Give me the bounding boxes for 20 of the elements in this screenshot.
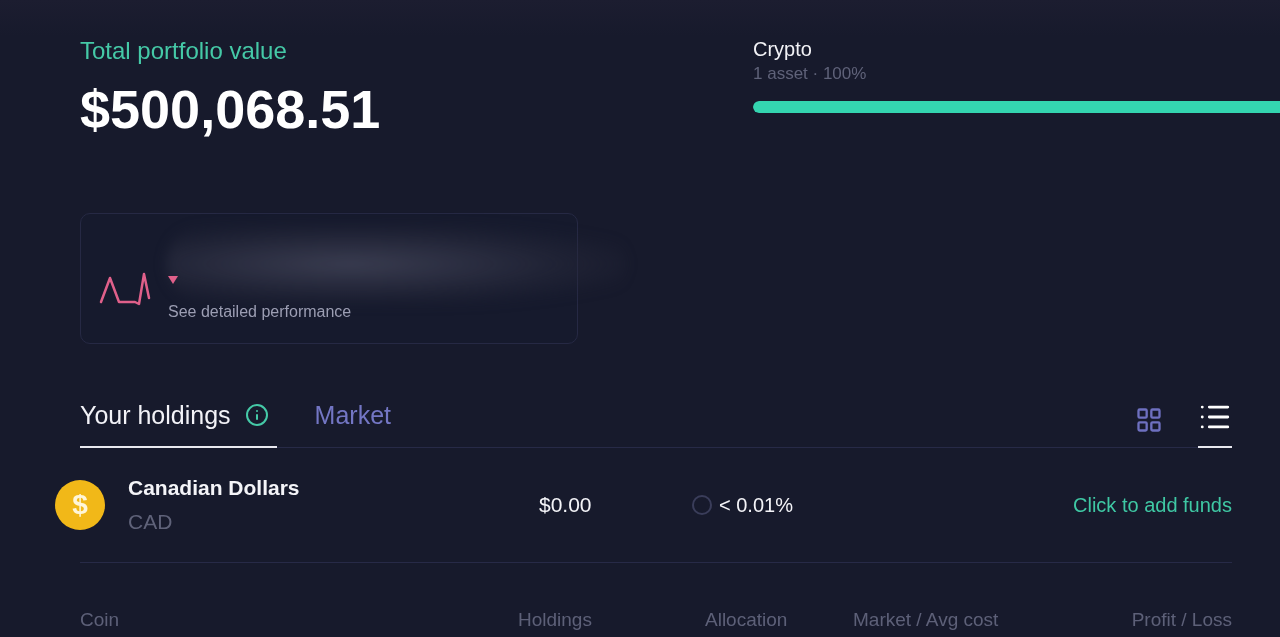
coin-name: Canadian Dollars (128, 475, 300, 501)
column-header: Holdings (518, 609, 593, 631)
tab[interactable]: Your holdings (80, 400, 277, 448)
column-header: Coin (80, 609, 121, 631)
allocation-percent: < 0.01% (719, 493, 793, 518)
holdings-amount: $0.00 (539, 492, 593, 518)
coin-icon: $ (55, 480, 105, 530)
portfolio-label: Total portfolio value (80, 36, 287, 66)
tab[interactable]: Market (314, 400, 399, 448)
column-header: Market / Avg cost (853, 609, 1000, 631)
coin-symbol: CAD (128, 509, 173, 535)
performance-link[interactable]: See detailed performance (168, 302, 352, 322)
add-funds-link[interactable]: Click to add funds (1073, 491, 1232, 519)
allocation-name: Crypto (753, 37, 812, 62)
column-header: Profit / Loss (1131, 609, 1232, 631)
allocation-detail: 1 asset · 100% (753, 63, 867, 85)
ring-icon (692, 495, 712, 515)
column-header: Allocation (705, 609, 789, 631)
portfolio-value: $500,068.51 (80, 78, 381, 140)
grid-icon (1135, 406, 1163, 434)
